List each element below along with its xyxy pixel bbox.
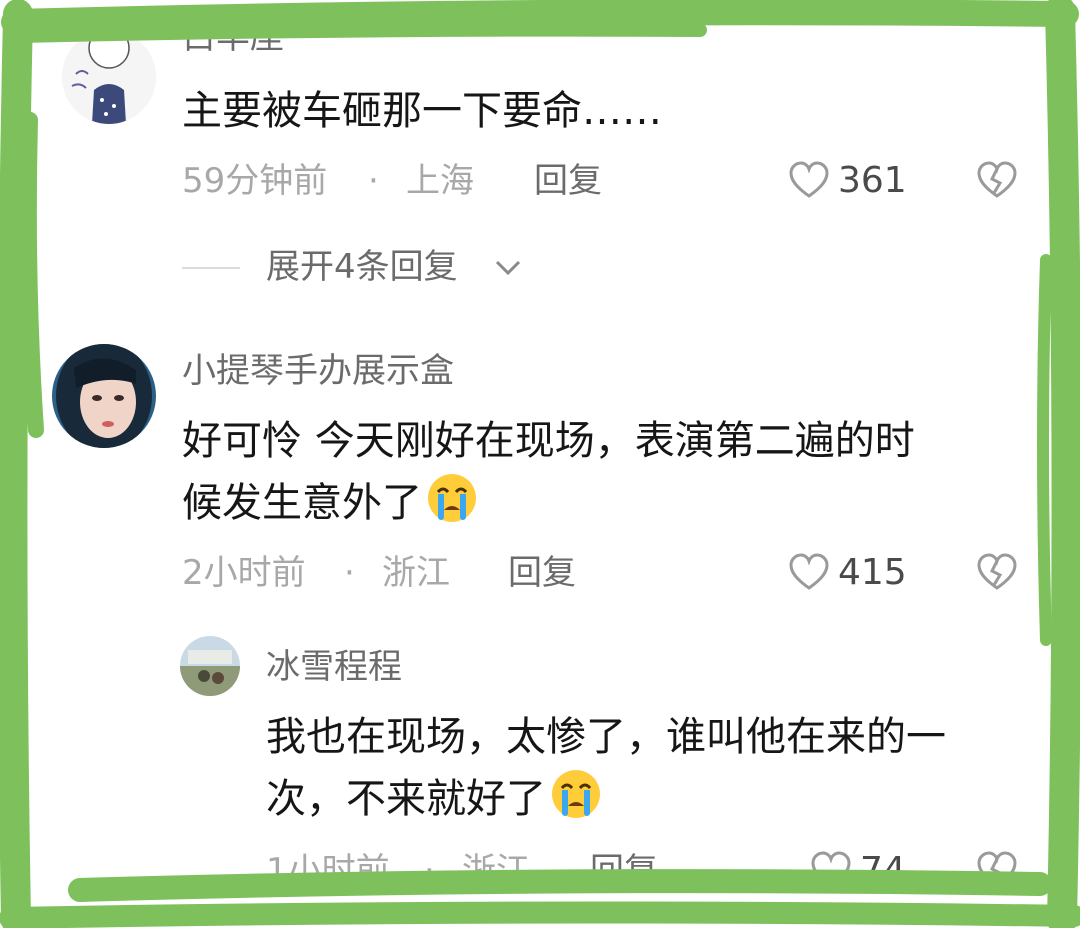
comment-time: 1小时前	[266, 851, 390, 891]
comment-location: 浙江	[462, 851, 530, 891]
like-count: 74	[860, 850, 906, 891]
heart-outline-icon[interactable]	[810, 850, 852, 890]
chevron-down-icon[interactable]	[494, 258, 522, 278]
avatar[interactable]	[52, 344, 156, 448]
comment-text-line: 好可怜 今天刚好在现场，表演第二遍的时	[182, 418, 915, 464]
expand-replies-button[interactable]: 展开4条回复	[266, 250, 458, 284]
like-count: 361	[838, 160, 907, 201]
heart-outline-icon[interactable]	[788, 160, 830, 200]
comment-text-line: 次，不来就好了	[266, 776, 546, 822]
comment-text-line: 候发生意外了	[182, 480, 422, 526]
comment-time: 59分钟前	[182, 161, 328, 201]
comment-username[interactable]: 冰雪程程	[266, 650, 402, 684]
meta-separator: ·	[424, 851, 435, 891]
dislike-broken-heart-icon[interactable]	[976, 552, 1018, 592]
crying-face-emoji-icon	[550, 768, 602, 820]
comment-location: 浙江	[382, 553, 450, 593]
dislike-broken-heart-icon[interactable]	[976, 850, 1018, 890]
comment-text: 我也在现场，太惨了，谁叫他在来的一 次，不来就好了	[266, 706, 1046, 830]
comment-text: 好可怜 今天刚好在现场，表演第二遍的时 候发生意外了	[182, 410, 1022, 534]
avatar[interactable]	[180, 636, 240, 696]
avatar-cartoon-image	[62, 30, 156, 124]
like-count: 415	[838, 552, 907, 593]
reply-button[interactable]: 回复	[534, 164, 602, 198]
reply-button[interactable]: 回复	[508, 556, 576, 590]
avatar-photo-image	[52, 344, 156, 448]
avatar[interactable]	[62, 30, 156, 124]
replies-divider-line	[182, 267, 240, 269]
dislike-broken-heart-icon[interactable]	[976, 160, 1018, 200]
comment-username[interactable]: 小提琴手办展示盒	[182, 354, 454, 388]
meta-separator: ·	[368, 161, 379, 201]
reply-button[interactable]: 回复	[590, 854, 658, 888]
meta-separator: ·	[344, 553, 355, 593]
comment-username[interactable]: 白羊座	[182, 20, 284, 54]
heart-outline-icon[interactable]	[788, 552, 830, 592]
crying-face-emoji-icon	[426, 472, 478, 524]
avatar-photo-image	[180, 636, 240, 696]
comment-time: 2小时前	[182, 553, 306, 593]
comment-text: 主要被车砸那一下要命……	[182, 88, 662, 134]
comment-location: 上海	[406, 161, 474, 201]
comment-text-line: 我也在现场，太惨了，谁叫他在来的一	[266, 714, 946, 760]
